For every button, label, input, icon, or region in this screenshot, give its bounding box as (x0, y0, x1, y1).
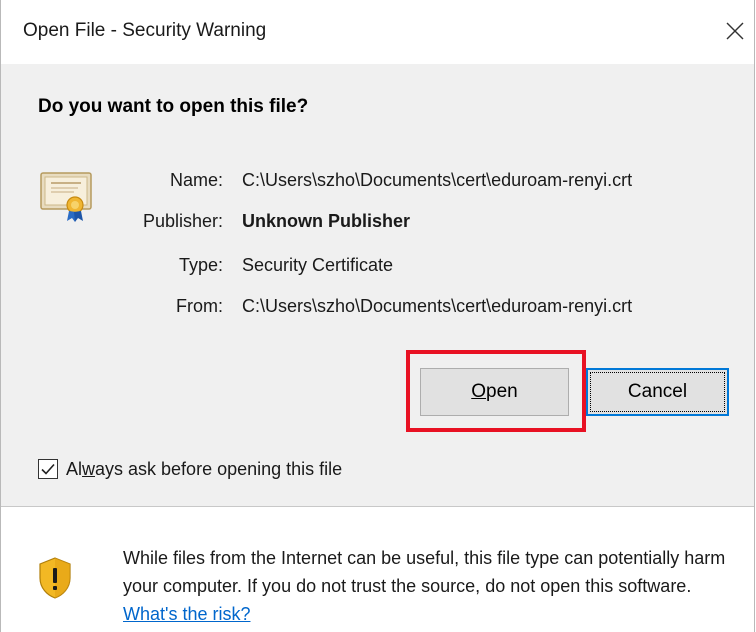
publisher-label: Publisher: (142, 211, 223, 231)
always-ask-label-pre: Al (66, 459, 83, 479)
name-value: C:\Users\szho\Documents\cert\eduroam-ren… (242, 170, 633, 190)
open-label-rest: pen (486, 381, 518, 402)
open-accelerator: O (471, 381, 487, 402)
from-value: C:\Users\szho\Documents\cert\eduroam-ren… (242, 296, 633, 316)
warning-text: While files from the Internet can be use… (123, 544, 733, 628)
warning-message: While files from the Internet can be use… (123, 548, 726, 596)
name-label: Name: (169, 170, 223, 190)
security-warning-dialog: Open File - Security Warning Do you want… (0, 0, 755, 632)
type-value: Security Certificate (242, 255, 394, 275)
always-ask-label-post: ays ask before opening this file (95, 459, 343, 479)
from-label: From: (176, 296, 223, 316)
publisher-value: Unknown Publisher (242, 211, 411, 231)
whats-the-risk-link[interactable]: What's the risk? (123, 604, 250, 624)
type-label: Type: (178, 255, 223, 275)
close-icon[interactable] (722, 18, 748, 44)
checkmark-icon (41, 463, 55, 475)
dialog-title: Open File - Security Warning (23, 20, 267, 41)
always-ask-label[interactable]: Always ask before opening this file (66, 459, 342, 480)
shield-warning-icon (39, 557, 71, 599)
dialog-question: Do you want to open this file? (38, 96, 309, 117)
open-button[interactable]: Open (420, 368, 569, 416)
cancel-button[interactable]: Cancel (586, 368, 729, 416)
always-ask-checkbox[interactable] (38, 459, 58, 479)
always-ask-accelerator: w (82, 459, 96, 479)
cancel-label: Cancel (627, 381, 688, 402)
title-bar: Open File - Security Warning (1, 0, 754, 64)
